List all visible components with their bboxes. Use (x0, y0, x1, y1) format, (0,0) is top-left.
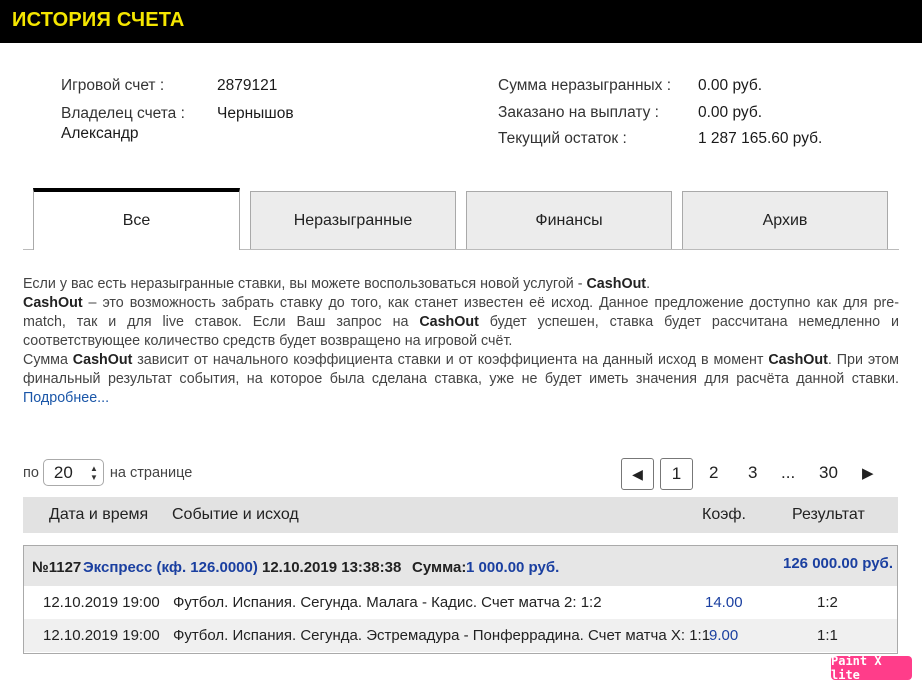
page-3-link[interactable]: 3 (748, 463, 757, 483)
tab-bar: Все Неразыгранные Финансы Архив (23, 188, 899, 250)
table-header: Дата и время Событие и исход Коэф. Резул… (23, 497, 898, 533)
col-datetime: Дата и время (49, 506, 149, 523)
bet-sum-value: 1 000.00 руб. (466, 559, 560, 576)
bet-payout: 126 000.00 руб. (783, 555, 893, 572)
row-event: Футбол. Испания. Сегунда. Малага - Кадис… (173, 594, 602, 611)
owner-last-name: Чернышов (217, 105, 294, 122)
bet-datetime: 12.10.2019 13:38:38 (262, 559, 402, 576)
col-event: Событие и исход (172, 506, 299, 523)
bet-type: Экспресс (кф. 126.0000) (83, 559, 258, 576)
balance-label: Текущий остаток : (498, 130, 627, 147)
owner-first-name: Александр (61, 125, 139, 142)
bet-number: №1127 (32, 559, 82, 576)
ordered-value: 0.00 руб. (698, 104, 763, 121)
row-datetime: 12.10.2019 19:00 (43, 594, 160, 611)
col-result: Результат (792, 506, 865, 523)
ordered-label: Заказано на выплату : (498, 104, 659, 121)
unplayed-label: Сумма неразыгранных : (498, 77, 672, 94)
next-page-button[interactable]: ▶ (862, 464, 874, 482)
pagination-ellipsis: ... (781, 463, 796, 482)
prev-page-button[interactable]: ◀ (621, 458, 654, 490)
per-page-prefix: по (23, 464, 39, 481)
page-1-label: 1 (671, 464, 682, 483)
tab-unplayed-label: Неразыгранные (293, 211, 413, 229)
tab-all[interactable]: Все (33, 188, 240, 250)
game-account-label: Игровой счет : (61, 77, 165, 94)
bet-sum-label: Сумма: (412, 559, 467, 576)
row-coef: 9.00 (709, 627, 739, 644)
row-datetime: 12.10.2019 19:00 (43, 627, 160, 644)
per-page-suffix: на странице (109, 464, 193, 481)
game-account-value: 2879121 (217, 77, 278, 94)
row-result: 1:2 (817, 594, 838, 611)
per-page-select[interactable]: 20 ▲ ▼ (42, 459, 104, 486)
tab-archive-label: Архив (762, 211, 808, 229)
balance-value: 1 287 165.60 руб. (698, 130, 823, 147)
tab-finances[interactable]: Финансы (466, 191, 672, 249)
owner-label: Владелец счета : (61, 105, 185, 122)
bet-row: 12.10.2019 19:00 Футбол. Испания. Сегунд… (24, 619, 897, 652)
more-link[interactable]: Подробнее... (23, 390, 109, 406)
unplayed-value: 0.00 руб. (698, 77, 763, 94)
tab-archive[interactable]: Архив (682, 191, 888, 249)
tab-unplayed[interactable]: Неразыгранные (250, 191, 456, 249)
row-coef: 14.00 (705, 594, 743, 611)
per-page-control: по 20 ▲ ▼ на странице (23, 459, 192, 486)
pagination: ◀ 1 2 3 ... 30 ▶ (621, 458, 891, 490)
bet-card[interactable]: №1127 Экспресс (кф. 126.0000) 12.10.2019… (23, 545, 898, 654)
bet-row: 12.10.2019 19:00 Футбол. Испания. Сегунд… (24, 586, 897, 619)
per-page-value: 20 (53, 462, 73, 482)
page-last-link[interactable]: 30 (819, 463, 838, 483)
bet-header: №1127 Экспресс (кф. 126.0000) 12.10.2019… (24, 546, 897, 586)
row-result: 1:1 (817, 627, 838, 644)
top-bar: ИСТОРИЯ СЧЕТА (0, 0, 922, 43)
page-1-button[interactable]: 1 (660, 458, 693, 490)
tab-finances-label: Финансы (535, 211, 603, 229)
cashout-description: Если у вас есть неразыгранные ставки, вы… (23, 276, 899, 406)
page-2-link[interactable]: 2 (709, 463, 718, 483)
row-event: Футбол. Испания. Сегунда. Эстремадура - … (173, 627, 711, 644)
col-coef: Коэф. (702, 506, 746, 523)
page-title: ИСТОРИЯ СЧЕТА (12, 9, 185, 31)
stepper-arrows-icon: ▲ ▼ (90, 464, 98, 482)
paint-x-lite-watermark: Paint X lite (831, 654, 912, 682)
prev-arrow-icon: ◀ (632, 465, 643, 482)
tab-all-label: Все (122, 212, 151, 229)
